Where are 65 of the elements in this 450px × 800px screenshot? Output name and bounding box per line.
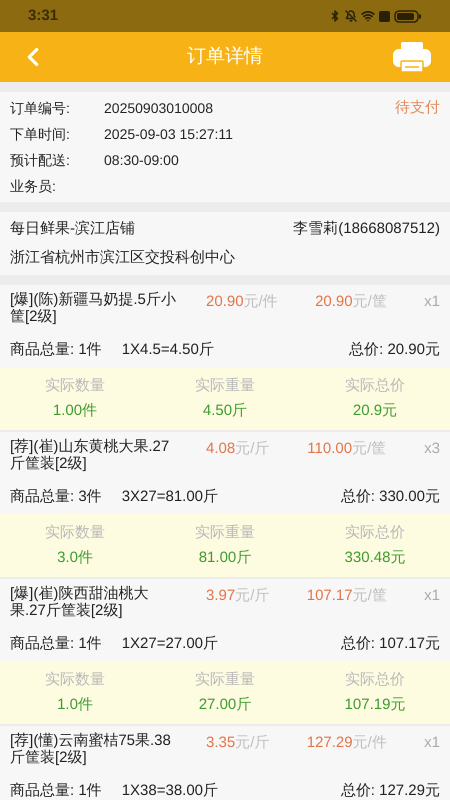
actual-value: 27.00斤 [198,694,252,714]
total-price: 总价: 107.17元 [340,634,440,654]
bell-off-icon [345,10,357,22]
actual-label: 实际重量 [195,670,255,690]
field-label: 下单时间: [10,124,71,144]
field-label: 预计配送: [10,150,71,170]
total-price: 总价: 127.29元 [340,781,440,800]
field-value: 20250903010008 [104,98,214,118]
field-label: 业务员: [10,176,57,196]
shop-contact: 李雪莉(18668087512) [293,219,440,239]
actual-value: 1.0件 [57,694,93,714]
pack-price: 107.17元/筐 [306,586,387,606]
pack-price: 20.90元/筐 [315,292,387,312]
product-name: [荐](懂)云南蜜桔75果.38斤筐装[2级] [10,732,172,766]
actual-label: 实际数量 [45,376,105,396]
unit-price: 20.90元/件 [206,292,278,312]
quantity-text: 商品总量: 1件 [10,634,102,654]
field-label: 订单编号: [10,98,71,118]
item-count: x1 [424,733,440,753]
weight-formula: 1X38=38.00斤 [122,781,218,800]
actual-label: 实际重量 [195,376,255,396]
unit-price: 4.08元/斤 [206,439,270,459]
actual-label: 实际总价 [345,523,405,543]
unit-price: 3.35元/斤 [206,733,270,753]
actual-value: 4.50斤 [202,400,248,420]
field-value: 2025-09-03 15:27:11 [104,124,233,144]
actual-label: 实际数量 [45,523,105,543]
pack-price: 110.00元/筐 [307,439,386,459]
quantity-text: 商品总量: 3件 [10,487,102,507]
pack-price: 127.29元/件 [306,733,387,753]
actual-value: 1.00件 [52,400,98,420]
quantity-text: 商品总量: 1件 [10,781,102,800]
product-name: [爆](崔)陕西甜油桃大果.27斤筐装[2级] [10,585,150,619]
actual-label: 实际总价 [345,376,405,396]
wifi-icon [361,9,375,23]
item-count: x1 [424,292,440,312]
actual-value: 81.00斤 [198,548,252,568]
shop-name: 每日鲜果-滨江店铺 [10,219,135,239]
actual-value: 107.19元 [344,694,406,714]
product-name: [爆](陈)新疆马奶提.5斤小筐[2级] [10,291,177,325]
actual-label: 实际重量 [195,523,255,543]
item-count: x1 [424,586,440,606]
unit-price: 3.97元/斤 [206,586,270,606]
status-time: 3:31 [28,6,58,26]
weight-formula: 1X27=27.00斤 [122,634,218,654]
item-count: x3 [424,439,440,459]
printer-icon[interactable] [392,42,432,72]
bluetooth-icon [329,10,341,22]
page-title: 订单详情 [187,44,263,69]
total-price: 总价: 330.00元 [340,487,440,507]
notification-icon [379,10,390,22]
product-name: [荐](崔)山东黄桃大果.27斤筐装[2级] [10,438,170,472]
actual-value: 330.48元 [344,548,406,568]
actual-label: 实际总价 [345,670,405,690]
battery-icon [394,10,422,22]
field-value: 08:30-09:00 [104,150,179,170]
weight-formula: 1X4.5=4.50斤 [122,340,214,360]
actual-value: 20.9元 [352,400,398,420]
actual-label: 实际数量 [45,670,105,690]
weight-formula: 3X27=81.00斤 [122,487,218,507]
actual-value: 3.0件 [57,548,93,568]
shop-address: 浙江省杭州市滨江区交投科创中心 [10,248,236,268]
total-price: 总价: 20.90元 [349,340,440,360]
order-status: 待支付 [395,98,440,118]
quantity-text: 商品总量: 1件 [10,340,102,360]
